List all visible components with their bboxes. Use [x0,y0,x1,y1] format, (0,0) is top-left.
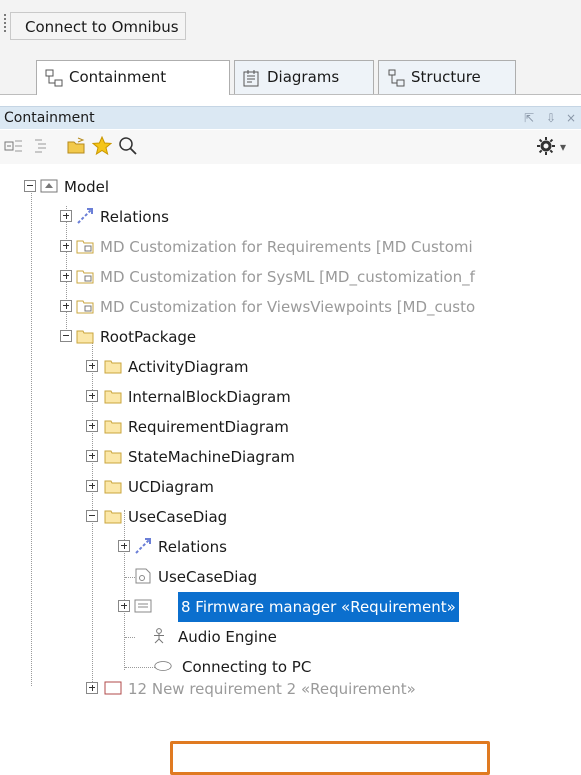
panel-toolbar: ▾ [0,130,581,164]
tree-item-label: RootPackage [100,328,197,346]
tab-structure[interactable]: Structure [378,60,516,94]
relations-icon [135,538,151,554]
tree-item-label: UseCaseDiag [158,568,258,586]
tree-item-label-selected: 8 Firmware manager «Requirement» [178,592,459,622]
collapse-all-icon[interactable] [32,136,52,156]
tab-label: Structure [411,68,481,86]
browser-tabs: Containment Diagrams Structure [0,46,581,95]
folder-icon [104,420,122,434]
tree-item-md-customization-requirements[interactable]: MD Customization for Requirements [MD Cu… [0,232,581,262]
folder-icon [104,450,122,464]
diagram-icon [135,568,151,584]
expand-toggle-icon[interactable] [60,240,72,252]
tab-containment[interactable]: Containment [36,60,230,95]
tab-label: Containment [69,68,167,86]
package-icon [76,270,94,284]
actor-icon [154,628,164,644]
tree-item-requirement-diagram[interactable]: RequirementDiagram [0,412,581,442]
expand-toggle-icon[interactable] [60,210,72,222]
expand-toggle-icon[interactable] [86,360,98,372]
tree-item-label: UCDiagram [128,478,214,496]
dock-icon[interactable]: ⇩ [546,107,556,129]
selection-highlight-box [170,741,490,775]
package-icon [76,240,94,254]
collapse-toggle-icon[interactable] [60,330,72,342]
settings-dropdown-icon[interactable]: ▾ [560,140,566,154]
expand-toggle-icon[interactable] [86,420,98,432]
tree-item-use-case-diagram[interactable]: UseCaseDiag [0,562,581,592]
expand-toggle-icon[interactable] [86,390,98,402]
tree-item-new-requirement-2[interactable]: 12 New requirement 2 «Requirement» [0,674,581,704]
open-folder-icon[interactable] [66,136,86,156]
relations-icon [77,208,93,224]
containment-icon [45,69,63,87]
tree-item-relations[interactable]: Relations [0,202,581,232]
collapse-toggle-icon[interactable] [86,510,98,522]
tree-item-label: MD Customization for ViewsViewpoints [MD… [100,298,476,316]
tree-item-label: Relations [100,208,169,226]
folder-icon [104,480,122,494]
search-icon[interactable] [118,136,138,156]
folder-icon [104,390,122,404]
tree-item-use-case-diag-package[interactable]: UseCaseDiag [0,502,581,532]
structure-icon [388,69,405,87]
close-icon[interactable]: × [566,107,576,129]
requirement-icon [134,599,152,613]
tree-item-label: StateMachineDiagram [128,448,295,466]
containment-panel-header: Containment ⇱ ⇩ × [0,106,581,129]
settings-gear-icon[interactable] [536,136,556,156]
tree-item-uc-relations[interactable]: Relations [0,532,581,562]
folder-icon [76,330,94,344]
expand-toggle-icon[interactable] [86,480,98,492]
folder-icon [104,510,122,524]
top-toolbar: Connect to Omnibus [0,0,581,46]
tree-item-label: Model [64,178,110,196]
expand-toggle-icon[interactable] [118,540,130,552]
tree-item-label: 12 New requirement 2 «Requirement» [128,680,416,698]
tree-item-md-customization-sysml[interactable]: MD Customization for SysML [MD_customiza… [0,262,581,292]
tree-item-root-package[interactable]: RootPackage [0,322,581,352]
package-icon [76,300,94,314]
tree-item-audio-engine[interactable]: Audio Engine [0,622,581,652]
toolbar-grip-icon[interactable] [4,14,6,34]
expand-all-icon[interactable] [4,136,24,156]
tree-item-label: MD Customization for Requirements [MD Cu… [100,238,473,256]
tree-item-firmware-manager[interactable]: 8 Firmware manager «Requirement» [0,592,581,622]
tree-item-uc-diagram[interactable]: UCDiagram [0,472,581,502]
use-case-icon [154,661,172,671]
containment-tree: Model Relations MD Customization for Req… [0,164,581,775]
favorite-star-icon[interactable] [92,136,112,156]
connect-to-omnibus-button[interactable]: Connect to Omnibus [10,12,186,40]
tree-item-state-machine-diagram[interactable]: StateMachineDiagram [0,442,581,472]
tree-item-label: MD Customization for SysML [MD_customiza… [100,268,475,286]
tree-item-model[interactable]: Model [0,172,581,202]
expand-toggle-icon[interactable] [60,300,72,312]
expand-toggle-icon[interactable] [86,450,98,462]
diagrams-icon [243,70,259,87]
collapse-toggle-icon[interactable] [24,180,36,192]
tab-label: Diagrams [267,68,340,86]
panel-title: Containment [4,110,95,126]
tab-diagrams[interactable]: Diagrams [234,60,374,94]
tree-item-label: UseCaseDiag [128,508,228,526]
tree-item-label: ActivityDiagram [128,358,249,376]
expand-toggle-icon[interactable] [118,600,130,612]
tree-item-md-customization-views[interactable]: MD Customization for ViewsViewpoints [MD… [0,292,581,322]
tree-item-internal-block-diagram[interactable]: InternalBlockDiagram [0,382,581,412]
tree-item-activity-diagram[interactable]: ActivityDiagram [0,352,581,382]
tree-item-label: InternalBlockDiagram [128,388,291,406]
tree-item-label: Audio Engine [178,628,277,646]
folder-icon [104,360,122,374]
expand-toggle-icon[interactable] [60,270,72,282]
tree-item-label: Relations [158,538,227,556]
model-icon [40,179,58,193]
pin-icon[interactable]: ⇱ [524,107,534,129]
tree-item-label: RequirementDiagram [128,418,289,436]
requirement-icon [104,681,122,695]
